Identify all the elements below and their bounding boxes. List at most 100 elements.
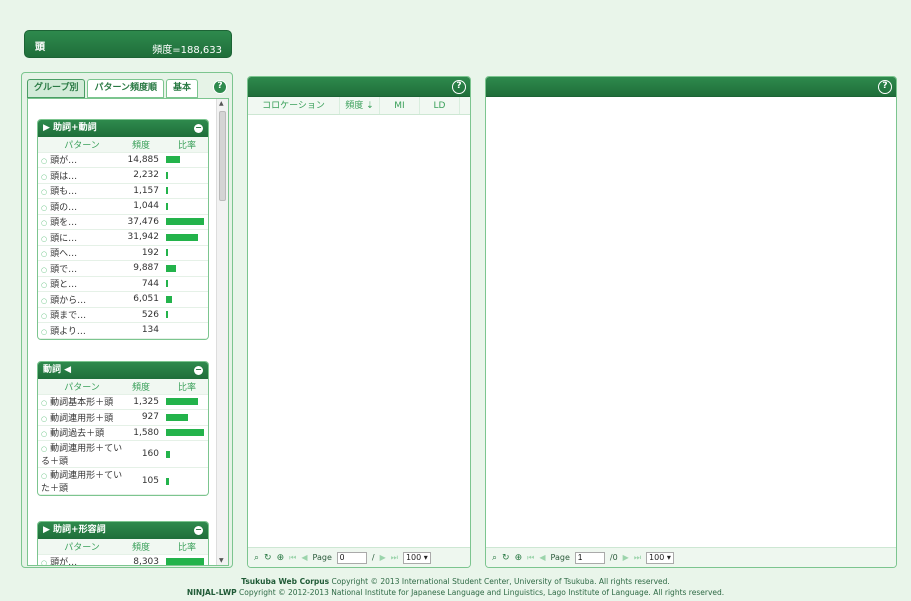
group-title: ▶ 助詞+形容詞: [43, 525, 106, 535]
next-page-icon[interactable]: ▶: [380, 553, 386, 562]
example-pager: ⌕ ↻ ⊕ ⏮ ◀ Page /0 ▶ ⏭ 100 ▾: [486, 547, 896, 567]
pattern-label[interactable]: 頭が…: [50, 558, 77, 565]
pattern-label[interactable]: 頭で…: [50, 265, 77, 275]
footer-copyright-2: Copyright © 2012-2013 National Institute…: [236, 588, 725, 597]
pattern-label[interactable]: 動詞基本形＋頭: [50, 398, 113, 408]
pattern-row[interactable]: ○ 動詞連用形＋ている＋頭 160: [38, 441, 208, 468]
help-icon[interactable]: ?: [878, 80, 892, 94]
pattern-row[interactable]: ○ 頭が… 8,303: [38, 555, 208, 565]
column-ld[interactable]: LD: [420, 97, 460, 114]
pattern-row[interactable]: ○ 動詞基本形＋頭 1,325: [38, 395, 208, 410]
group-header[interactable]: 動詞 ◀ −: [38, 362, 208, 379]
tab-basic[interactable]: 基本: [166, 79, 199, 98]
first-page-icon[interactable]: ⏮: [289, 553, 296, 563]
pattern-frequency: 1,157: [133, 185, 159, 196]
next-page-icon[interactable]: ▶: [623, 553, 629, 562]
tab-pattern-frequency[interactable]: パターン頻度順: [87, 79, 165, 98]
pattern-row[interactable]: ○ 頭より… 134: [38, 323, 208, 339]
collapse-icon[interactable]: −: [194, 366, 203, 375]
page-total: /0: [609, 553, 618, 562]
page-input[interactable]: [574, 551, 605, 564]
pattern-row[interactable]: ○ 動詞過去＋頭 1,580: [38, 426, 208, 441]
pattern-row[interactable]: ○ 頭を… 37,476: [38, 215, 208, 230]
page-size-select[interactable]: 100 ▾: [646, 551, 675, 564]
help-icon[interactable]: ?: [452, 80, 466, 94]
pattern-row[interactable]: ○ 頭まで… 526: [38, 308, 208, 323]
pattern-frequency: 1,580: [133, 427, 159, 438]
scroll-down-icon[interactable]: ▼: [219, 557, 224, 564]
search-icon[interactable]: ⌕: [492, 553, 497, 563]
pattern-label[interactable]: 動詞過去＋頭: [50, 429, 104, 439]
pattern-label[interactable]: 動詞連用形＋頭: [50, 414, 113, 424]
column-ratio: 比率: [177, 140, 196, 151]
prev-page-icon[interactable]: ◀: [539, 553, 545, 562]
tab-group[interactable]: グループ別: [27, 79, 86, 98]
column-pattern: パターン: [64, 542, 100, 553]
pattern-frequency: 192: [141, 247, 159, 258]
collocation-table-header: コロケーション 頻度 ⇣ MI LD: [248, 97, 470, 115]
refresh-icon[interactable]: ↻: [502, 553, 510, 563]
column-frequency[interactable]: 頻度 ⇣: [340, 97, 380, 114]
first-page-icon[interactable]: ⏮: [527, 553, 534, 563]
page-label: Page: [312, 553, 332, 562]
collocation-panel: ? コロケーション 頻度 ⇣ MI LD ⌕ ↻ ⊕ ⏮ ◀ Page / ▶ …: [247, 76, 471, 568]
pattern-label[interactable]: 頭に…: [50, 234, 77, 244]
bullet-icon: ○: [41, 445, 48, 453]
pattern-label[interactable]: 頭は…: [50, 172, 77, 182]
ratio-bar: [166, 429, 204, 437]
bullet-icon: ○: [41, 312, 48, 321]
last-page-icon[interactable]: ⏭: [634, 553, 641, 563]
pattern-frequency: 14,885: [127, 154, 160, 165]
bullet-icon: ○: [41, 430, 48, 439]
group-header[interactable]: ▶ 助詞+形容詞 −: [38, 522, 208, 539]
help-icon[interactable]: ?: [213, 80, 227, 94]
pattern-row[interactable]: ○ 頭の… 1,044: [38, 199, 208, 215]
pattern-frequency: 6,051: [133, 294, 159, 305]
pattern-label[interactable]: 動詞連用形＋ていた＋頭: [41, 471, 122, 494]
collocation-pager: ⌕ ↻ ⊕ ⏮ ◀ Page / ▶ ⏭ 100 ▾: [248, 547, 470, 567]
headword-label: 頭: [35, 42, 45, 53]
column-collocation[interactable]: コロケーション: [248, 97, 340, 114]
ratio-bar: [166, 413, 188, 421]
pattern-label[interactable]: 頭を…: [50, 218, 77, 228]
pattern-row[interactable]: ○ 頭で… 9,887: [38, 261, 208, 277]
pattern-row[interactable]: ○ 頭は… 2,232: [38, 168, 208, 184]
pattern-row[interactable]: ○ 頭へ… 192: [38, 246, 208, 261]
scrollbar-thumb[interactable]: [219, 111, 226, 201]
ratio-bar: [166, 558, 204, 565]
pattern-frequency: 526: [141, 309, 159, 320]
page-size-select[interactable]: 100 ▾: [402, 551, 431, 564]
last-page-icon[interactable]: ⏭: [391, 553, 398, 563]
pattern-row[interactable]: ○ 頭と… 744: [38, 277, 208, 292]
pattern-label[interactable]: 頭から…: [50, 296, 86, 306]
ratio-bar: [166, 187, 168, 195]
pattern-row[interactable]: ○ 頭も… 1,157: [38, 184, 208, 199]
pattern-label[interactable]: 頭より…: [50, 327, 86, 337]
prev-page-icon[interactable]: ◀: [301, 553, 307, 562]
group-header[interactable]: ▶ 助詞+動詞 −: [38, 120, 208, 137]
pattern-label[interactable]: 頭が…: [50, 156, 77, 166]
scroll-up-icon[interactable]: ▲: [219, 100, 224, 107]
pattern-row[interactable]: ○ 頭から… 6,051: [38, 292, 208, 308]
page-input[interactable]: [336, 551, 367, 564]
pattern-label[interactable]: 頭と…: [50, 280, 77, 290]
pattern-label[interactable]: 頭の…: [50, 203, 77, 213]
column-mi[interactable]: MI: [380, 97, 420, 114]
add-icon[interactable]: ⊕: [515, 553, 523, 563]
pattern-label[interactable]: 頭まで…: [50, 311, 86, 321]
pattern-label[interactable]: 動詞連用形＋ている＋頭: [41, 444, 122, 467]
collapse-icon[interactable]: −: [194, 124, 203, 133]
add-icon[interactable]: ⊕: [277, 553, 285, 563]
pattern-row[interactable]: ○ 頭が… 14,885: [38, 153, 208, 168]
ratio-bar: [166, 295, 172, 303]
pattern-label[interactable]: 頭へ…: [50, 249, 77, 259]
collapse-icon[interactable]: −: [194, 526, 203, 535]
refresh-icon[interactable]: ↻: [264, 553, 272, 563]
bullet-icon: ○: [41, 234, 48, 243]
pattern-row[interactable]: ○ 動詞連用形＋頭 927: [38, 410, 208, 426]
search-icon[interactable]: ⌕: [254, 553, 259, 563]
scrollbar[interactable]: ▲ ▼: [216, 99, 228, 565]
pattern-row[interactable]: ○ 動詞連用形＋ていた＋頭 105: [38, 468, 208, 495]
pattern-label[interactable]: 頭も…: [50, 187, 77, 197]
pattern-row[interactable]: ○ 頭に… 31,942: [38, 230, 208, 246]
